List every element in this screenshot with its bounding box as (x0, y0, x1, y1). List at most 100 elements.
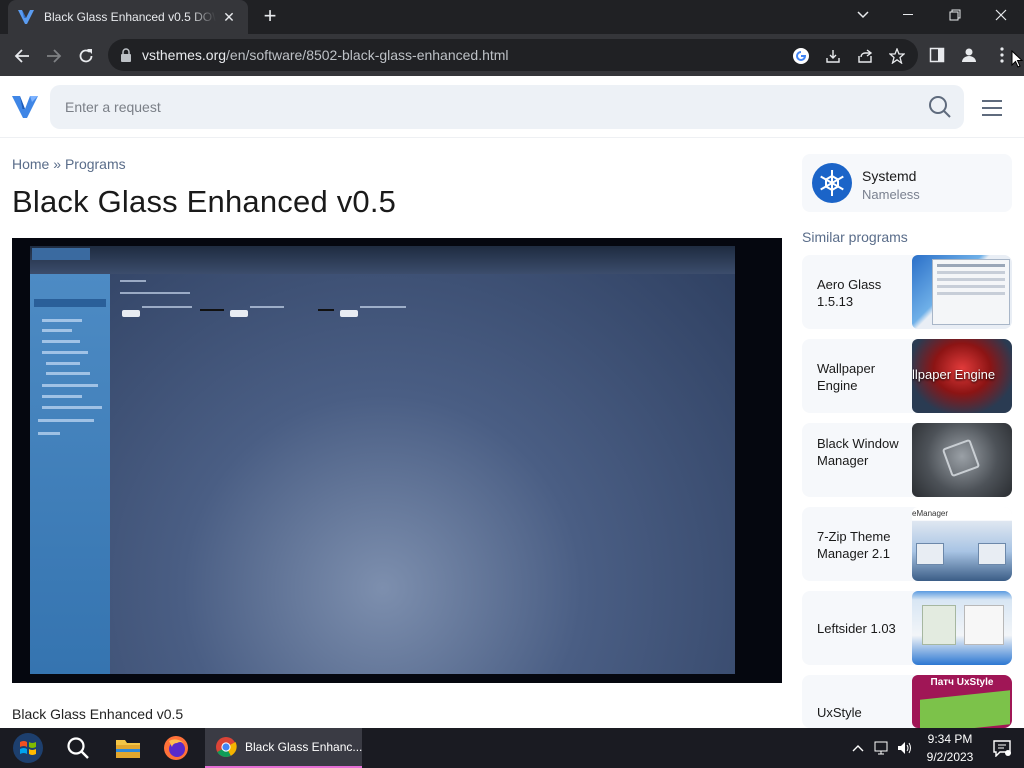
lock-icon[interactable] (120, 48, 132, 62)
site-logo-icon[interactable] (10, 92, 40, 122)
similar-programs-heading: Similar programs (802, 229, 908, 245)
author-avatar-icon (812, 163, 852, 203)
similar-item-label: Black Window Manager (817, 436, 899, 468)
author-name[interactable]: Systemd (862, 168, 916, 184)
thumb-line (937, 278, 1005, 281)
breadcrumb-home-link[interactable]: Home (12, 156, 49, 172)
restore-button[interactable] (932, 0, 978, 30)
screenshot-desktop (30, 246, 735, 674)
screenshot-row (42, 319, 82, 322)
breadcrumb-programs-link[interactable]: Programs (65, 156, 126, 172)
similar-item-label: 7-Zip Theme Manager 2.1 (817, 529, 891, 561)
notifications-icon[interactable] (988, 728, 1016, 768)
screenshot-row (42, 384, 98, 387)
windows-taskbar: Black Glass Enhanc... 9:34 PM 9/2/2023 (0, 728, 1024, 768)
reload-button[interactable] (72, 42, 100, 70)
thumb-line (937, 292, 1005, 295)
similar-item-black-window-manager[interactable]: Black Window Manager (802, 423, 1012, 497)
mouse-cursor-icon (1011, 49, 1024, 73)
search-icon[interactable] (928, 95, 952, 119)
file-explorer-icon[interactable] (108, 728, 148, 768)
screenshot-drive-icon (230, 310, 248, 317)
windows-start-icon[interactable] (6, 728, 50, 768)
screenshot-row (42, 406, 102, 409)
screenshot-drive-bar (318, 309, 334, 311)
taskbar-search-icon[interactable] (58, 728, 98, 768)
browser-tab[interactable]: Black Glass Enhanced v0.5 DOWNLOAD ✕ (8, 0, 248, 34)
breadcrumb: Home » Programs (12, 156, 126, 172)
firefox-icon[interactable] (156, 728, 196, 768)
show-hidden-icons-icon[interactable] (848, 728, 868, 768)
screenshot-row (46, 362, 80, 365)
thumb-line (937, 264, 1005, 267)
tab-title: Black Glass Enhanced v0.5 DOWNLOAD (44, 10, 216, 24)
thumb-glass-shape (941, 438, 981, 478)
screenshot-window-titlebar (30, 246, 735, 274)
network-icon[interactable] (872, 728, 892, 768)
chrome-menu-icon[interactable] (992, 45, 1012, 65)
similar-item-label: Leftsider 1.03 (817, 621, 896, 636)
similar-item-wallpaper-engine[interactable]: Wallpaper Engine llpaper Engine (802, 339, 1012, 413)
address-bar[interactable]: vsthemes.org/en/software/8502-black-glas… (108, 39, 918, 71)
screenshot-drive-bar (200, 309, 224, 311)
volume-icon[interactable] (895, 728, 915, 768)
similar-item-label: UxStyle (817, 705, 862, 720)
similar-item-7zip-theme-manager[interactable]: 7-Zip Theme Manager 2.1 eManager (802, 507, 1012, 581)
screenshot-row (38, 432, 60, 435)
thumb-text: eManager (912, 509, 949, 518)
similar-item-uxstyle[interactable]: UxStyle Патч UxStyle (802, 675, 1012, 728)
screenshot-drive-label (142, 306, 192, 308)
search-input[interactable] (50, 85, 900, 129)
author-card[interactable]: Systemd Nameless (802, 154, 1012, 212)
taskbar-clock[interactable]: 9:34 PM 9/2/2023 (920, 730, 980, 766)
close-window-button[interactable] (978, 0, 1024, 30)
thumb-panel (922, 605, 956, 645)
taskbar-chrome-window[interactable]: Black Glass Enhanc... (205, 728, 362, 768)
url-text: vsthemes.org/en/software/8502-black-glas… (142, 47, 509, 63)
taskbar-window-label: Black Glass Enhanc... (245, 740, 363, 754)
chrome-icon (215, 736, 237, 758)
screenshot-row (38, 419, 94, 422)
similar-item-aero-glass[interactable]: Aero Glass 1.5.13 (802, 255, 1012, 329)
screenshot-row (42, 340, 80, 343)
similar-item-label: Aero Glass 1.5.13 (817, 277, 882, 309)
profile-icon[interactable] (959, 45, 979, 65)
install-app-icon[interactable] (824, 47, 842, 65)
screenshot-caption: Black Glass Enhanced v0.5 (12, 706, 184, 722)
thumb-line (937, 285, 1005, 288)
menu-hamburger-icon[interactable] (982, 99, 1006, 117)
program-screenshot-image[interactable] (12, 238, 782, 683)
bookmark-star-icon[interactable] (888, 47, 906, 65)
similar-item-thumbnail: eManager (912, 507, 1012, 581)
google-lens-icon[interactable] (792, 47, 810, 65)
screenshot-drive-label (250, 306, 284, 308)
screenshot-tab (32, 248, 90, 260)
thumb-line (937, 271, 1005, 274)
side-panel-icon[interactable] (927, 45, 947, 65)
similar-item-leftsider[interactable]: Leftsider 1.03 (802, 591, 1012, 665)
screenshot-heading (120, 280, 146, 282)
clock-time: 9:34 PM (927, 732, 973, 746)
site-header (0, 76, 1024, 138)
minimize-button[interactable] (886, 0, 932, 30)
thumb-window (916, 543, 944, 565)
back-button[interactable] (8, 42, 36, 70)
tab-close-icon[interactable]: ✕ (220, 8, 238, 26)
screenshot-selected-row (34, 299, 106, 307)
url-path: /en/software/8502-black-glass-enhanced.h… (226, 47, 509, 63)
browser-toolbar: vsthemes.org/en/software/8502-black-glas… (0, 34, 1024, 76)
thumb-text: Патч UxStyle (930, 677, 994, 688)
screenshot-row (42, 395, 82, 398)
thumb-window (978, 543, 1006, 565)
share-icon[interactable] (856, 47, 874, 65)
similar-item-thumbnail: Патч UxStyle (912, 675, 1012, 728)
similar-item-label: Wallpaper Engine (817, 361, 876, 393)
screenshot-row (46, 372, 90, 375)
similar-item-thumbnail (912, 423, 1012, 497)
forward-button[interactable] (40, 42, 68, 70)
similar-item-thumbnail (912, 591, 1012, 665)
breadcrumb-separator: » (53, 156, 62, 172)
new-tab-button[interactable]: + (258, 5, 282, 28)
site-search-box (50, 85, 964, 129)
tab-search-icon[interactable] (840, 0, 886, 30)
